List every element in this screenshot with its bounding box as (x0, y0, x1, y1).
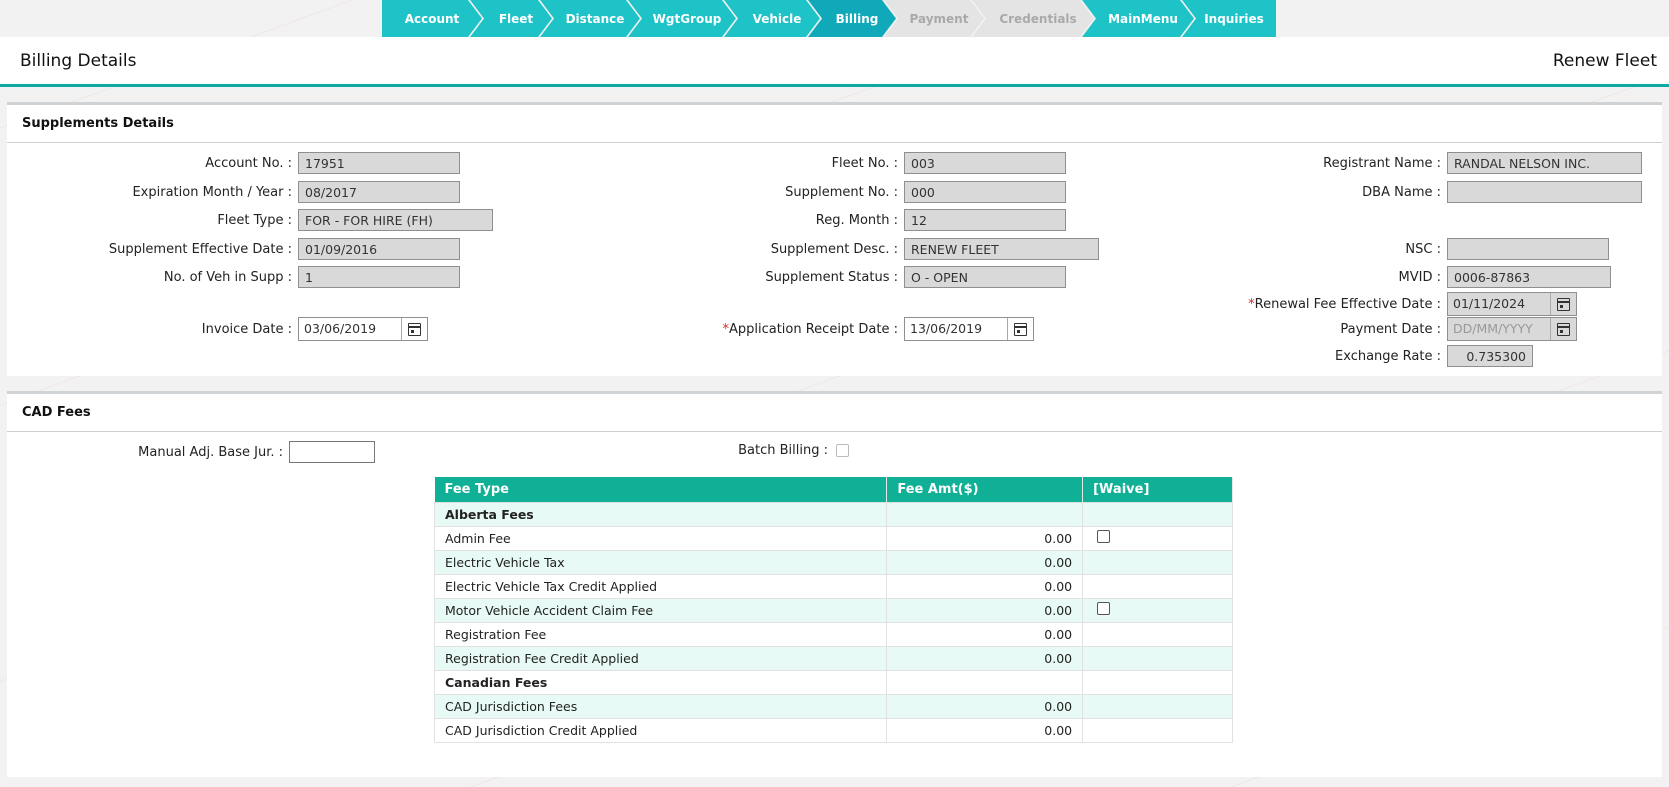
page-title: Billing Details (20, 50, 137, 71)
col-fee-amt: Fee Amt($) (886, 477, 1084, 502)
table-row: Canadian Fees (433, 669, 1233, 695)
fee-amt-cell: 0.00 (886, 549, 1084, 575)
fee-type-cell: Registration Fee Credit Applied (433, 645, 888, 671)
waive-cell (1082, 573, 1233, 599)
table-row: Electric Vehicle Tax 0.00 (433, 549, 1233, 575)
waive-cell (1082, 597, 1233, 623)
fee-type-cell: Registration Fee (433, 621, 888, 647)
renewal-fee-eff-date-value[interactable]: 01/11/2024 (1448, 293, 1550, 315)
fee-amt-cell: 0.00 (886, 621, 1084, 647)
fee-amt-cell (886, 669, 1084, 695)
table-row: Electric Vehicle Tax Credit Applied 0.00 (433, 573, 1233, 599)
fee-type-cell: Canadian Fees (433, 669, 888, 695)
wizard-step-vehicle[interactable]: Vehicle (724, 0, 820, 37)
waive-cell (1082, 549, 1233, 575)
table-row: Registration Fee Credit Applied 0.00 (433, 645, 1233, 671)
table-row: CAD Jurisdiction Fees 0.00 (433, 693, 1233, 719)
payment-date-picker[interactable]: DD/MM/YYYY (1447, 317, 1577, 341)
wizard-step-wgtgroup[interactable]: WgtGroup (628, 0, 736, 37)
table-row: Registration Fee 0.00 (433, 621, 1233, 647)
wizard-step-billing[interactable]: Billing (808, 0, 896, 37)
wizard-step-fleet[interactable]: Fleet (470, 0, 552, 37)
calendar-icon (1557, 297, 1570, 311)
fee-amt-cell: 0.00 (886, 693, 1084, 719)
col-fee-type: Fee Type (434, 477, 888, 502)
fee-type-cell: Motor Vehicle Accident Claim Fee (433, 597, 888, 623)
fee-table-body: Alberta Fees Admin Fee 0.00 Electric Vehicl… (433, 501, 1233, 743)
fee-table-header: Fee Type Fee Amt($) [Waive] (434, 477, 1233, 502)
fee-table: Fee Type Fee Amt($) [Waive] Alberta Fees… (433, 477, 1233, 743)
batch-billing-label: Batch Billing : (738, 443, 828, 458)
dba-name-field (1447, 181, 1642, 203)
nsc-field (1447, 238, 1609, 260)
panel-title: Supplements Details (7, 105, 1662, 143)
table-row: Alberta Fees (433, 501, 1233, 527)
fee-amt-cell: 0.00 (886, 573, 1084, 599)
reg-month-field: 12 (904, 209, 1066, 231)
fee-amt-cell (886, 501, 1084, 527)
wizard-step-payment: Payment (884, 0, 984, 37)
wizard-steps: Account Fleet Distance WgtGroup Vehicle … (382, 0, 1276, 37)
waive-checkbox[interactable] (1097, 530, 1111, 543)
renewal-fee-eff-date-label: *Renewal Fee Effective Date : (1248, 296, 1441, 312)
exchange-rate-field: 0.735300 (1447, 345, 1533, 367)
fee-type-cell: Admin Fee (433, 525, 888, 551)
fee-amt-cell: 0.00 (886, 645, 1084, 671)
waive-cell (1082, 669, 1233, 695)
waive-cell (1082, 525, 1233, 551)
page-header: Billing Details Renew Fleet (0, 37, 1669, 87)
fee-type-cell: CAD Jurisdiction Fees (433, 693, 888, 719)
waive-cell (1082, 645, 1233, 671)
waive-cell (1082, 717, 1233, 743)
table-row: CAD Jurisdiction Credit Applied 0.00 (433, 717, 1233, 743)
registrant-name-field: RANDAL NELSON INC. (1447, 152, 1642, 174)
fee-type-cell: Alberta Fees (433, 501, 888, 527)
fee-amt-cell: 0.00 (886, 597, 1084, 623)
wizard-step-mainmenu[interactable]: MainMenu (1082, 0, 1194, 37)
wizard-step-account[interactable]: Account (382, 0, 482, 37)
mvid-label: MVID : (1398, 269, 1441, 285)
calendar-button[interactable] (1550, 318, 1576, 340)
panel-title: CAD Fees (7, 394, 1662, 432)
nsc-label: NSC : (1405, 241, 1441, 257)
reg-month-label: Reg. Month : (815, 212, 898, 228)
exchange-rate-label: Exchange Rate : (1335, 348, 1441, 364)
wizard-step-inquiries[interactable]: Inquiries (1182, 0, 1276, 37)
fee-type-cell: CAD Jurisdiction Credit Applied (433, 717, 888, 743)
dba-name-label: DBA Name : (1362, 184, 1441, 200)
calendar-icon (1557, 322, 1570, 336)
fee-type-cell: Electric Vehicle Tax (433, 549, 888, 575)
waive-checkbox[interactable] (1097, 602, 1111, 615)
fee-type-cell: Electric Vehicle Tax Credit Applied (433, 573, 888, 599)
fee-amt-cell: 0.00 (886, 525, 1084, 551)
waive-cell (1082, 693, 1233, 719)
table-row: Motor Vehicle Accident Claim Fee 0.00 (433, 597, 1233, 623)
mvid-field: 0006-87863 (1447, 266, 1611, 288)
col-waive: [Waive] (1082, 477, 1233, 502)
calendar-button[interactable] (1550, 293, 1576, 315)
waive-cell (1082, 621, 1233, 647)
wizard-step-credentials: Credentials (972, 0, 1094, 37)
renewal-fee-eff-date-picker[interactable]: 01/11/2024 (1447, 292, 1577, 316)
wizard-step-distance[interactable]: Distance (540, 0, 640, 37)
fee-amt-cell: 0.00 (886, 717, 1084, 743)
page-action-label: Renew Fleet (1552, 50, 1657, 71)
payment-date-label: Payment Date : (1340, 321, 1441, 337)
table-row: Admin Fee 0.00 (433, 525, 1233, 551)
waive-cell (1082, 501, 1233, 527)
payment-date-placeholder[interactable]: DD/MM/YYYY (1448, 318, 1550, 340)
registrant-name-label: Registrant Name : (1323, 155, 1441, 171)
batch-billing-checkbox (836, 444, 849, 457)
